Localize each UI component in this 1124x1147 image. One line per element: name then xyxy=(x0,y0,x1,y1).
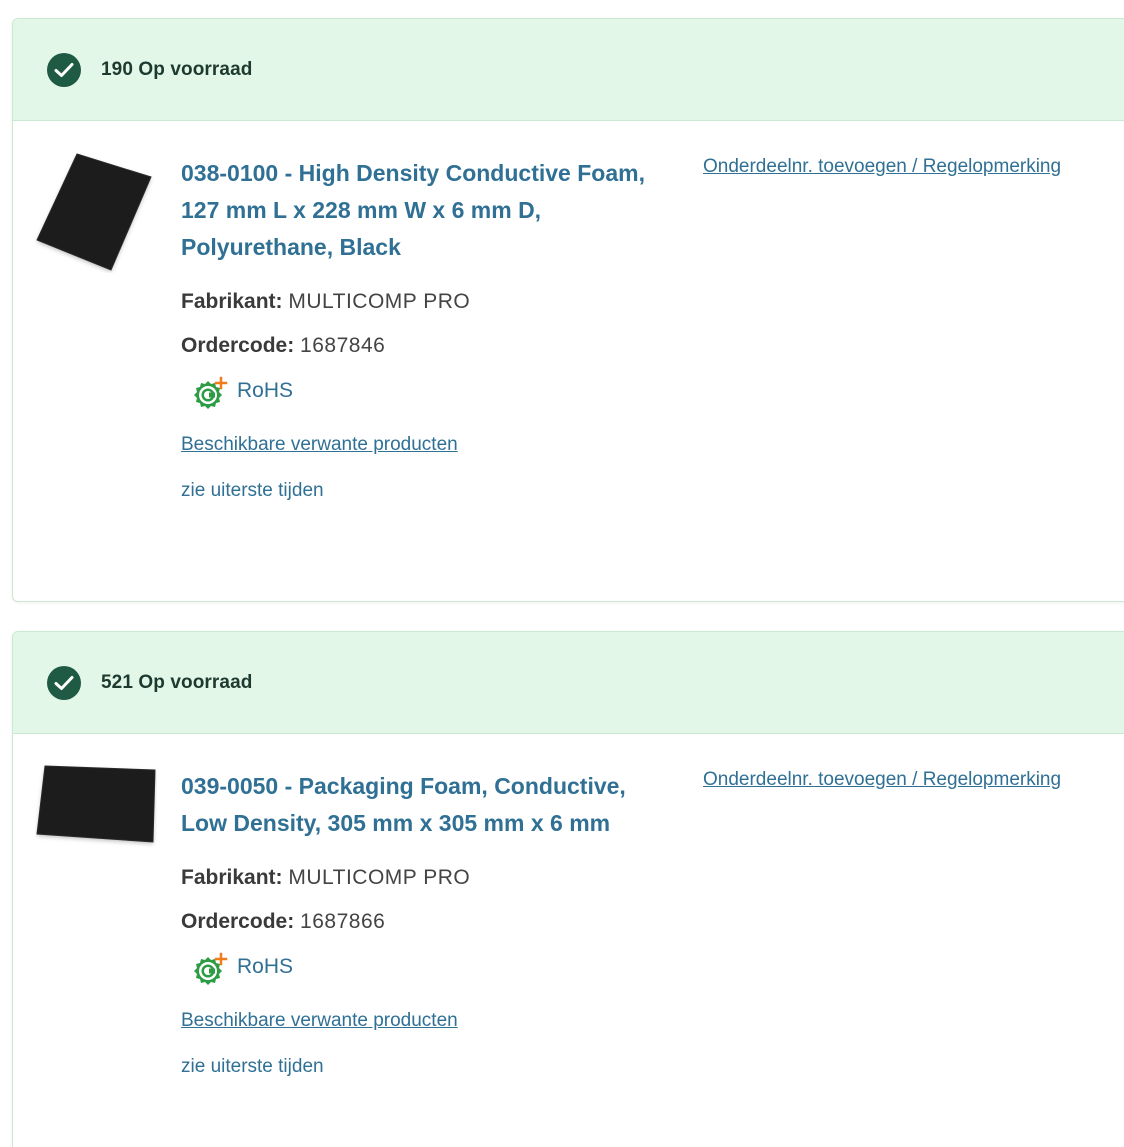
product-card: 190 Op voorraad 038-0100 - High Density … xyxy=(12,18,1124,602)
stock-status-bar: 190 Op voorraad xyxy=(13,19,1124,121)
delivery-deadlines-link[interactable]: zie uiterste tijden xyxy=(181,1056,681,1078)
stock-status-bar: 521 Op voorraad xyxy=(13,632,1124,734)
ordercode-label: Ordercode: xyxy=(181,334,295,357)
rohs-status: RoHS xyxy=(187,952,681,992)
manufacturer-row: Fabrikant: MULTICOMP PRO xyxy=(181,864,681,892)
title-line: 127 mm L x 228 mm W x 6 mm D, xyxy=(181,197,542,223)
product-title-link[interactable]: 039-0050 - Packaging Foam, Conductive, L… xyxy=(181,768,681,842)
product-image[interactable] xyxy=(35,762,157,884)
ordercode-value: 1687866 xyxy=(300,910,386,933)
manufacturer-value: MULTICOMP PRO xyxy=(288,866,471,889)
title-line: Low Density, 305 mm x 305 mm x 6 mm xyxy=(181,810,611,836)
product-results-page: 190 Op voorraad 038-0100 - High Density … xyxy=(0,0,1124,1147)
product-card: 521 Op voorraad 039-0050 - Packaging Foa… xyxy=(12,631,1124,1147)
manufacturer-row: Fabrikant: MULTICOMP PRO xyxy=(181,288,681,316)
manufacturer-label: Fabrikant: xyxy=(181,290,283,313)
ordercode-label: Ordercode: xyxy=(181,910,295,933)
delivery-deadlines-link[interactable]: zie uiterste tijden xyxy=(181,480,681,502)
product-image[interactable] xyxy=(35,151,157,273)
rohs-label: RoHS xyxy=(237,379,294,402)
check-circle-icon xyxy=(47,665,81,700)
product-info: 039-0050 - Packaging Foam, Conductive, L… xyxy=(181,768,681,1078)
product-details: 038-0100 - High Density Conductive Foam,… xyxy=(13,121,1124,601)
rohs-compliant-icon xyxy=(194,376,228,409)
check-circle-icon xyxy=(47,52,81,87)
stock-count: 521 Op voorraad xyxy=(101,671,253,693)
stock-count: 190 Op voorraad xyxy=(101,58,253,80)
add-part-number-link[interactable]: Onderdeelnr. toevoegen / Regelopmerking xyxy=(703,769,1061,791)
manufacturer-label: Fabrikant: xyxy=(181,866,283,889)
product-details: 039-0050 - Packaging Foam, Conductive, L… xyxy=(13,734,1124,1147)
product-info: 038-0100 - High Density Conductive Foam,… xyxy=(181,155,681,502)
related-products-link[interactable]: Beschikbare verwante producten xyxy=(181,1010,458,1032)
rohs-label: RoHS xyxy=(237,955,294,978)
rohs-status: RoHS xyxy=(187,376,681,416)
product-title-link[interactable]: 038-0100 - High Density Conductive Foam,… xyxy=(181,155,681,266)
title-line: 038-0100 - High Density Conductive Foam, xyxy=(181,160,645,186)
ordercode-value: 1687846 xyxy=(300,334,386,357)
ordercode-row: Ordercode: 1687846 xyxy=(181,332,681,360)
add-part-number-link[interactable]: Onderdeelnr. toevoegen / Regelopmerking xyxy=(703,156,1061,178)
ordercode-row: Ordercode: 1687866 xyxy=(181,908,681,936)
title-line: Polyurethane, Black xyxy=(181,234,401,260)
related-products-link[interactable]: Beschikbare verwante producten xyxy=(181,434,458,456)
rohs-compliant-icon xyxy=(194,952,228,985)
title-line: 039-0050 - Packaging Foam, Conductive, xyxy=(181,773,626,799)
manufacturer-value: MULTICOMP PRO xyxy=(288,290,471,313)
